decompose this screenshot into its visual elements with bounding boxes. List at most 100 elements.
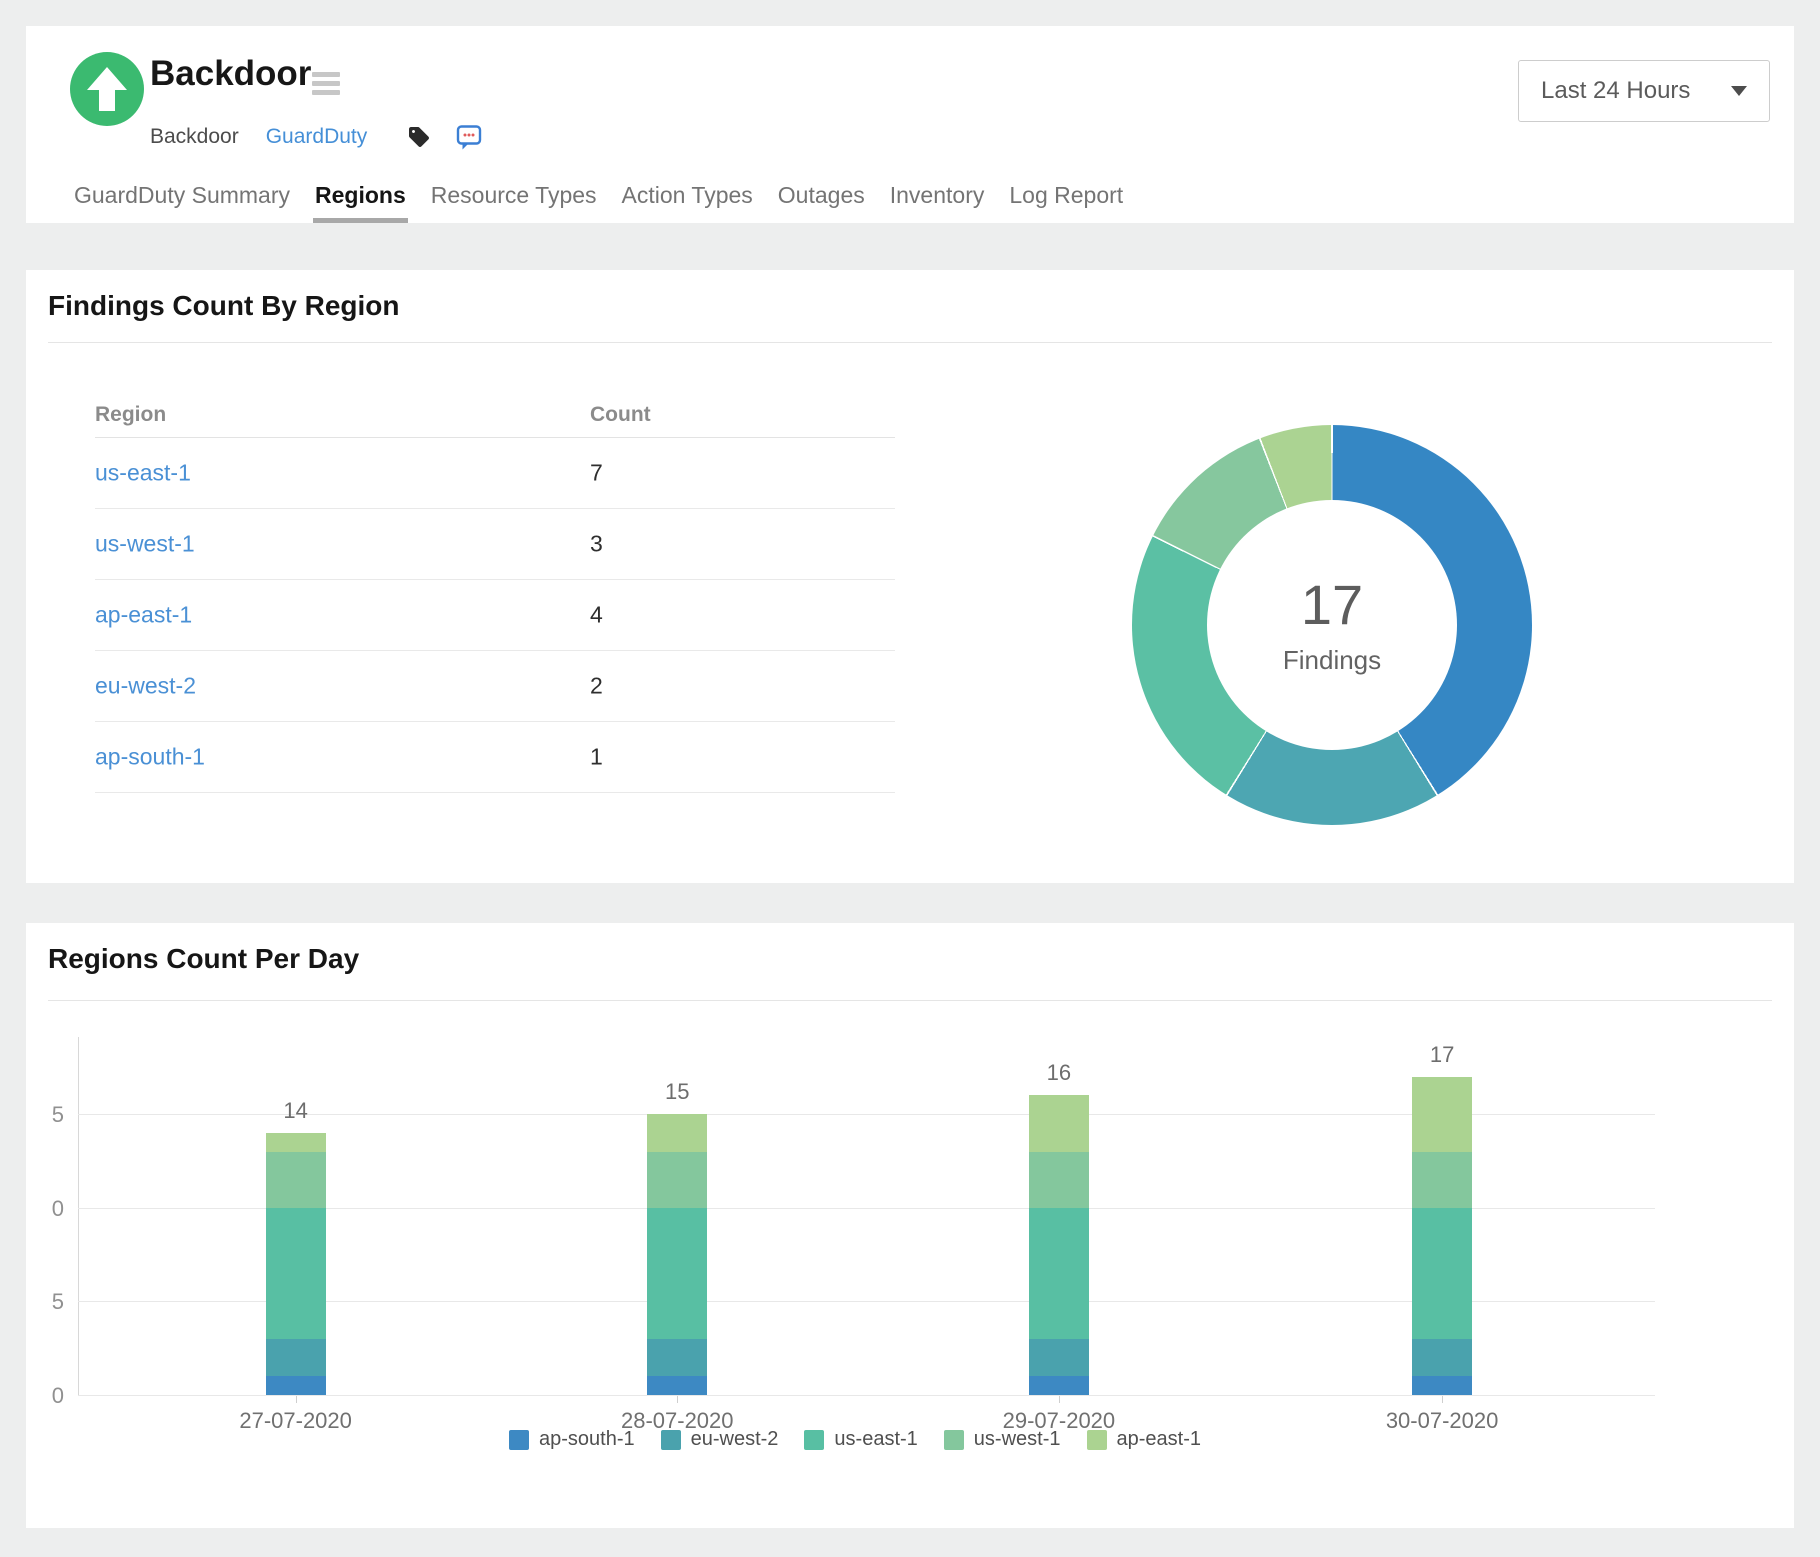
- breadcrumb-current[interactable]: GuardDuty: [266, 125, 368, 149]
- tab-action-types[interactable]: Action Types: [620, 182, 755, 223]
- region-count: 7: [590, 460, 603, 487]
- tab-regions[interactable]: Regions: [313, 182, 408, 223]
- page: Backdoor Backdoor GuardDuty: [0, 0, 1820, 1557]
- bar-segment-ap-south-1[interactable]: [647, 1376, 707, 1395]
- table-header-row: Region Count: [95, 392, 895, 438]
- bar-segment-ap-south-1[interactable]: [1412, 1376, 1472, 1395]
- stacked-bar[interactable]: [647, 1114, 707, 1395]
- bar-segment-us-west-1[interactable]: [1029, 1152, 1089, 1208]
- bar-segment-eu-west-2[interactable]: [1029, 1339, 1089, 1376]
- divider: [48, 342, 1772, 343]
- page-title: Backdoor: [150, 52, 311, 96]
- stacked-bar[interactable]: [1029, 1095, 1089, 1395]
- bar-segment-us-east-1[interactable]: [266, 1208, 326, 1339]
- bar-segment-ap-east-1[interactable]: [1029, 1095, 1089, 1151]
- tab-log-report[interactable]: Log Report: [1007, 182, 1125, 223]
- bar-segment-us-west-1[interactable]: [647, 1152, 707, 1208]
- region-link-us-west-1[interactable]: us-west-1: [95, 531, 195, 558]
- bar-segment-eu-west-2[interactable]: [1412, 1339, 1472, 1376]
- legend-item-ap-south-1[interactable]: ap-south-1: [509, 1428, 635, 1451]
- bar-segment-us-west-1[interactable]: [266, 1152, 326, 1208]
- comment-icon[interactable]: [456, 124, 482, 150]
- bar-segment-ap-south-1[interactable]: [1029, 1376, 1089, 1395]
- tab-outages[interactable]: Outages: [776, 182, 867, 223]
- tab-inventory[interactable]: Inventory: [888, 182, 987, 223]
- region-link-eu-west-2[interactable]: eu-west-2: [95, 673, 196, 700]
- tab-guardduty-summary[interactable]: GuardDuty Summary: [72, 182, 292, 223]
- bar-segment-ap-east-1[interactable]: [266, 1133, 326, 1152]
- bar-segment-eu-west-2[interactable]: [266, 1339, 326, 1376]
- region-count: 4: [590, 602, 603, 629]
- column-header-count: Count: [590, 403, 651, 427]
- bar-segment-us-east-1[interactable]: [1412, 1208, 1472, 1339]
- bar-total-label: 17: [1430, 1042, 1454, 1068]
- time-range-dropdown[interactable]: Last 24 Hours: [1518, 60, 1770, 122]
- bar-plot: 05051427-07-20201528-07-20201629-07-2020…: [78, 1037, 1655, 1396]
- donut-center: 17 Findings: [1207, 500, 1457, 750]
- column-header-region: Region: [95, 403, 166, 427]
- bar-segment-ap-east-1[interactable]: [1412, 1077, 1472, 1152]
- table-row: us-east-1 7: [95, 438, 895, 509]
- bar-segment-eu-west-2[interactable]: [647, 1339, 707, 1376]
- region-count: 2: [590, 673, 603, 700]
- y-axis-label: 5: [28, 1101, 64, 1129]
- tab-bar: GuardDuty Summary Regions Resource Types…: [72, 182, 1125, 223]
- table-row: ap-south-1 1: [95, 722, 895, 793]
- divider: [48, 1000, 1772, 1001]
- x-axis-tick: [296, 1396, 297, 1403]
- y-axis-label: 0: [28, 1382, 64, 1410]
- region-count: 3: [590, 531, 603, 558]
- bar-total-label: 16: [1047, 1060, 1071, 1086]
- gridline: [78, 1395, 1655, 1396]
- findings-count-panel: Findings Count By Region Region Count us…: [26, 270, 1794, 883]
- bar-segment-us-east-1[interactable]: [647, 1208, 707, 1339]
- region-count-table: Region Count us-east-1 7 us-west-1 3 ap-…: [95, 392, 895, 793]
- table-row: us-west-1 3: [95, 509, 895, 580]
- legend-item-us-east-1[interactable]: us-east-1: [804, 1428, 917, 1451]
- tab-resource-types[interactable]: Resource Types: [429, 182, 599, 223]
- bar-segment-ap-east-1[interactable]: [647, 1114, 707, 1151]
- tag-icon[interactable]: [407, 125, 431, 149]
- bar-segment-ap-south-1[interactable]: [266, 1376, 326, 1395]
- legend-swatch: [661, 1430, 681, 1450]
- legend-item-eu-west-2[interactable]: eu-west-2: [661, 1428, 779, 1451]
- stacked-bar[interactable]: [266, 1133, 326, 1395]
- y-axis-label: 0: [28, 1195, 64, 1223]
- legend-swatch: [804, 1430, 824, 1450]
- panel-title: Findings Count By Region: [48, 290, 400, 322]
- legend-label: us-east-1: [834, 1428, 917, 1451]
- regions-per-day-panel: Regions Count Per Day 05051427-07-202015…: [26, 923, 1794, 1528]
- legend-item-ap-east-1[interactable]: ap-east-1: [1087, 1428, 1202, 1451]
- legend-swatch: [509, 1430, 529, 1450]
- legend-swatch: [1087, 1430, 1107, 1450]
- legend-label: us-west-1: [974, 1428, 1061, 1451]
- x-axis-tick: [1059, 1396, 1060, 1403]
- chart-legend: ap-south-1 eu-west-2 us-east-1 us-west-1…: [26, 1428, 1684, 1451]
- breadcrumb: Backdoor GuardDuty: [150, 124, 482, 150]
- region-link-us-east-1[interactable]: us-east-1: [95, 460, 191, 487]
- findings-donut-chart[interactable]: 17 Findings: [1132, 425, 1532, 825]
- bar-total-label: 15: [665, 1079, 689, 1105]
- severity-up-icon: [70, 52, 144, 126]
- region-count: 1: [590, 744, 603, 771]
- hamburger-icon[interactable]: [312, 72, 340, 99]
- y-axis-label: 5: [28, 1288, 64, 1316]
- breadcrumb-parent[interactable]: Backdoor: [150, 125, 239, 149]
- header-card: Backdoor Backdoor GuardDuty: [26, 26, 1794, 223]
- bar-segment-us-west-1[interactable]: [1412, 1152, 1472, 1208]
- bar-total-label: 14: [283, 1098, 307, 1124]
- legend-swatch: [944, 1430, 964, 1450]
- legend-item-us-west-1[interactable]: us-west-1: [944, 1428, 1061, 1451]
- table-row: eu-west-2 2: [95, 651, 895, 722]
- region-link-ap-south-1[interactable]: ap-south-1: [95, 744, 205, 771]
- panel-title: Regions Count Per Day: [48, 943, 359, 975]
- stacked-bar[interactable]: [1412, 1077, 1472, 1395]
- time-range-value: Last 24 Hours: [1541, 77, 1690, 105]
- y-axis-line: [78, 1037, 79, 1396]
- chevron-down-icon: [1731, 86, 1747, 96]
- legend-label: ap-east-1: [1117, 1428, 1202, 1451]
- region-link-ap-east-1[interactable]: ap-east-1: [95, 602, 192, 629]
- x-axis-tick: [677, 1396, 678, 1403]
- bar-segment-us-east-1[interactable]: [1029, 1208, 1089, 1339]
- legend-label: eu-west-2: [691, 1428, 779, 1451]
